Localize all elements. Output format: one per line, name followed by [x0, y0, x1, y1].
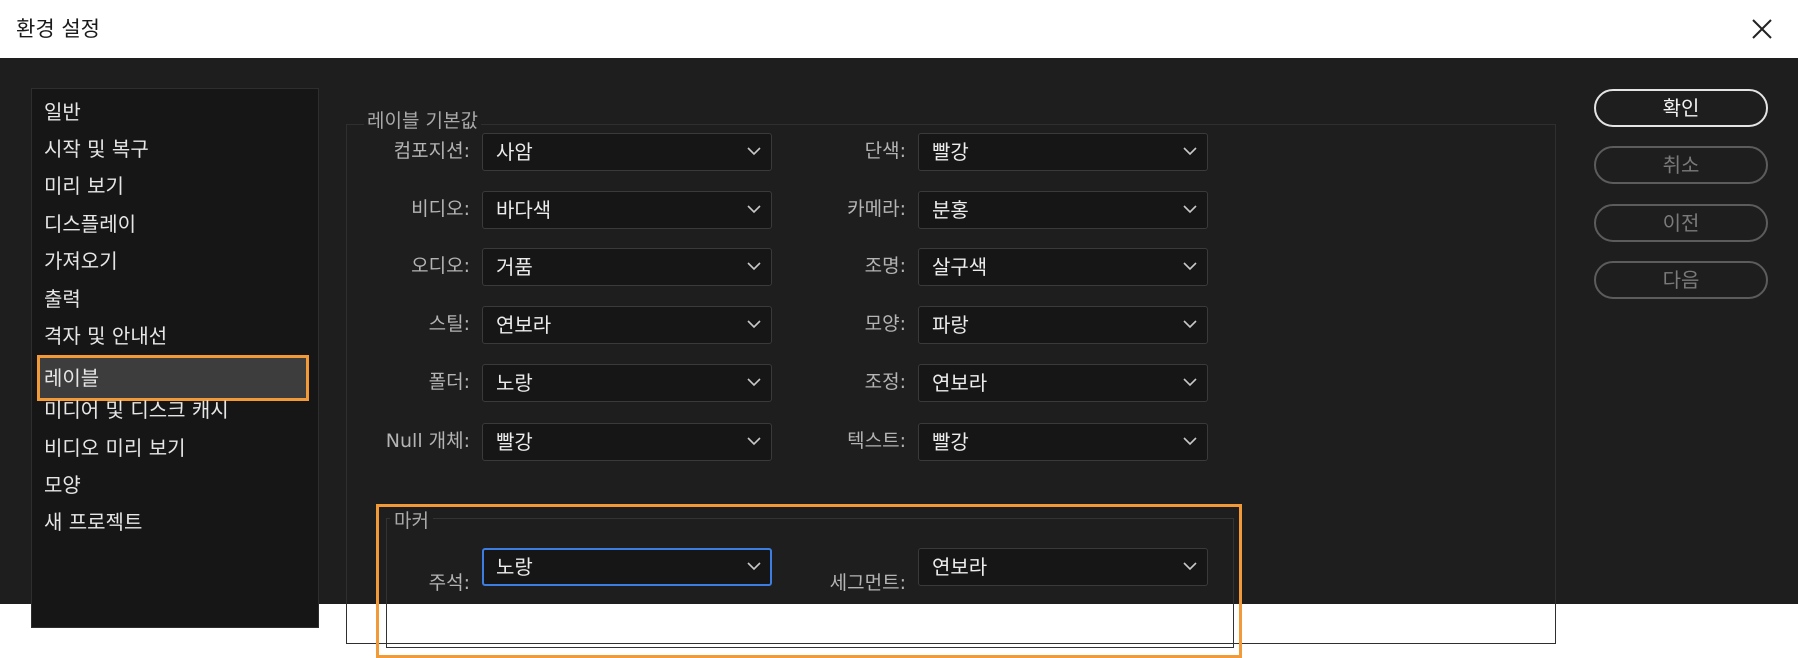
adjustment-label: 조정: [864, 371, 906, 393]
text-select[interactable]: 빨강 [918, 423, 1208, 461]
close-icon[interactable] [1744, 11, 1780, 47]
previous-button[interactable]: 이전 [1594, 204, 1768, 242]
segment-value: 연보라 [932, 555, 988, 579]
preferences-dialog: 일반 시작 및 복구 미리 보기 디스플레이 가져오기 출력 격자 및 안내선 … [0, 58, 1798, 658]
folder-label: 폴더: [428, 371, 470, 393]
camera-label: 카메라: [847, 198, 906, 220]
cancel-button[interactable]: 취소 [1594, 146, 1768, 184]
audio-label: 오디오: [411, 255, 470, 277]
comment-value: 노랑 [496, 555, 533, 579]
category-item-previews[interactable]: 미리 보기 [44, 169, 124, 203]
null-object-value: 빨강 [496, 430, 533, 454]
adjustment-select[interactable]: 연보라 [918, 364, 1208, 402]
still-value: 연보라 [496, 313, 552, 337]
segment-label: 세그먼트: [829, 572, 906, 594]
text-label: 텍스트: [847, 430, 906, 452]
chevron-down-icon [1183, 262, 1197, 271]
chevron-down-icon [1183, 562, 1197, 571]
camera-value: 분홍 [932, 198, 969, 222]
category-item-video-preview[interactable]: 비디오 미리 보기 [44, 431, 186, 465]
null-object-label: Null 개체: [385, 430, 470, 452]
composition-value: 사암 [496, 140, 533, 164]
chevron-down-icon [1183, 437, 1197, 446]
solid-select[interactable]: 빨강 [918, 133, 1208, 171]
markers-title: 마커 [390, 508, 433, 534]
shape-value: 파랑 [932, 313, 969, 337]
chevron-down-icon [1183, 147, 1197, 156]
chevron-down-icon [1183, 378, 1197, 387]
category-item-media-disk-cache[interactable]: 미디어 및 디스크 캐시 [44, 393, 229, 427]
label-defaults-title: 레이블 기본값 [364, 108, 481, 134]
category-item-display[interactable]: 디스플레이 [44, 207, 136, 241]
ok-button[interactable]: 확인 [1594, 89, 1768, 127]
still-label: 스틸: [428, 313, 470, 335]
solid-value: 빨강 [932, 140, 969, 164]
video-label: 비디오: [411, 198, 470, 220]
category-item-new-project[interactable]: 새 프로젝트 [44, 505, 142, 539]
category-item-general[interactable]: 일반 [44, 95, 81, 129]
next-button[interactable]: 다음 [1594, 261, 1768, 299]
category-list: 일반 시작 및 복구 미리 보기 디스플레이 가져오기 출력 격자 및 안내선 … [31, 88, 319, 628]
audio-value: 거품 [496, 255, 533, 279]
category-item-import[interactable]: 가져오기 [44, 244, 118, 278]
shape-select[interactable]: 파랑 [918, 306, 1208, 344]
camera-select[interactable]: 분홍 [918, 191, 1208, 229]
chevron-down-icon [1183, 320, 1197, 329]
composition-label: 컴포지션: [393, 140, 470, 162]
adjustment-value: 연보라 [932, 371, 988, 395]
category-item-output[interactable]: 출력 [44, 282, 81, 316]
text-value: 빨강 [932, 430, 969, 454]
light-select[interactable]: 살구색 [918, 248, 1208, 286]
video-value: 바다색 [496, 198, 552, 222]
segment-select[interactable]: 연보라 [918, 548, 1208, 586]
title-bar: 환경 설정 [0, 0, 1798, 58]
solid-label: 단색: [864, 140, 906, 162]
window-title: 환경 설정 [16, 17, 100, 41]
category-item-startup-repair[interactable]: 시작 및 복구 [44, 132, 149, 166]
category-item-grids-guides[interactable]: 격자 및 안내선 [44, 319, 167, 353]
chevron-down-icon [1183, 205, 1197, 214]
category-item-appearance[interactable]: 모양 [44, 468, 81, 502]
light-value: 살구색 [932, 255, 988, 279]
shape-label: 모양: [864, 313, 906, 335]
folder-value: 노랑 [496, 371, 533, 395]
comment-label: 주석: [428, 572, 470, 594]
light-label: 조명: [864, 255, 906, 277]
